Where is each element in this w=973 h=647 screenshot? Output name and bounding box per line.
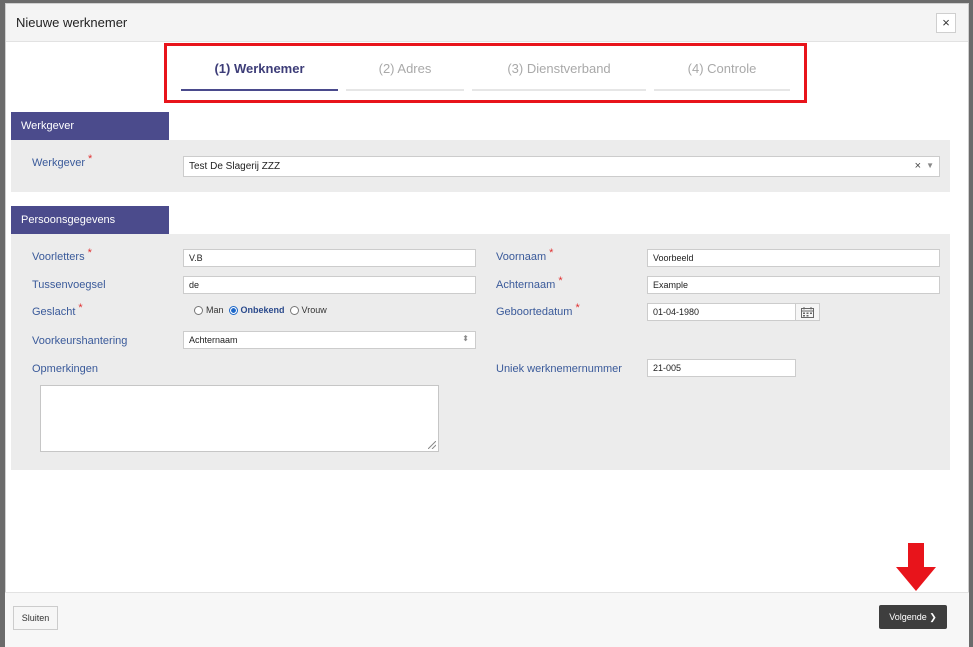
voornaam-label: Voornaam * xyxy=(496,247,553,263)
geslacht-label: Geslacht * xyxy=(32,302,83,318)
geslacht-radio-group: Man Onbekend Vrouw xyxy=(194,305,332,315)
werkgever-section-tab: Werkgever xyxy=(11,112,169,140)
achternaam-label-text: Achternaam xyxy=(496,279,556,291)
modal-footer: Sluiten xyxy=(5,592,969,647)
close-button[interactable]: × xyxy=(936,13,956,33)
tussenvoegsel-input[interactable]: de xyxy=(183,276,476,294)
step-label: (1) Werknemer xyxy=(214,61,305,76)
opmerkingen-label: Opmerkingen xyxy=(32,363,99,375)
geslacht-label-text: Geslacht xyxy=(32,306,76,318)
voorkeurshantering-label: Voorkeurshantering xyxy=(32,335,128,347)
chevron-down-icon[interactable]: ▼ xyxy=(926,161,934,170)
calendar-icon xyxy=(801,307,814,318)
required-mark: * xyxy=(87,153,93,165)
voorletters-label: Voorletters * xyxy=(32,247,92,263)
red-arrow-annotation-icon xyxy=(896,543,936,591)
step-controle[interactable]: (4) Controle xyxy=(654,61,790,91)
werkgever-value: Test De Slagerij ZZZ xyxy=(189,161,281,172)
step-label: (2) Adres xyxy=(378,61,432,76)
resize-handle-icon[interactable] xyxy=(428,441,436,449)
achternaam-label: Achternaam * xyxy=(496,275,563,291)
step-indicator-bar xyxy=(346,89,464,91)
geboortedatum-input[interactable]: 01-04-1980 xyxy=(647,303,796,321)
geboortedatum-label: Geboortedatum * xyxy=(496,302,580,318)
step-indicator-bar xyxy=(654,89,790,91)
radio-man-label[interactable]: Man xyxy=(206,305,224,315)
required-mark: * xyxy=(78,302,83,314)
step-dienstverband[interactable]: (3) Dienstverband xyxy=(472,61,646,91)
required-mark: * xyxy=(87,247,92,259)
voornaam-input[interactable]: Voorbeeld xyxy=(647,249,940,267)
voorkeurshantering-select[interactable]: Achternaam ⬍ xyxy=(183,331,476,349)
voorletters-label-text: Voorletters xyxy=(32,251,85,263)
voorletters-input[interactable]: V.B xyxy=(183,249,476,267)
persoonsgegevens-section-tab: Persoonsgegevens xyxy=(11,206,169,234)
werknemernummer-label: Uniek werknemernummer xyxy=(496,363,622,375)
werkgever-label: Werkgever * xyxy=(32,153,92,169)
radio-onbekend-label[interactable]: Onbekend xyxy=(241,305,285,315)
volgende-button[interactable]: Volgende ❯ xyxy=(879,605,947,629)
voornaam-label-text: Voornaam xyxy=(496,251,547,263)
required-mark: * xyxy=(575,302,580,314)
step-label: (4) Controle xyxy=(687,61,757,76)
select-caret-icon: ⬍ xyxy=(462,334,469,343)
required-mark: * xyxy=(558,275,563,287)
tussenvoegsel-label: Tussenvoegsel xyxy=(32,279,106,291)
radio-vrouw-label[interactable]: Vrouw xyxy=(302,305,327,315)
werkgever-select[interactable]: Test De Slagerij ZZZ × ▼ xyxy=(183,156,940,177)
voorkeurshantering-value: Achternaam xyxy=(189,335,238,345)
step-adres[interactable]: (2) Adres xyxy=(346,61,464,91)
werkgever-label-text: Werkgever xyxy=(32,157,85,169)
sluiten-button[interactable]: Sluiten xyxy=(13,606,58,630)
achternaam-input[interactable]: Example xyxy=(647,276,940,294)
modal-title: Nieuwe werknemer xyxy=(16,15,128,30)
radio-vrouw[interactable] xyxy=(289,305,299,315)
werknemernummer-input[interactable]: 21-005 xyxy=(647,359,796,377)
opmerkingen-textarea[interactable] xyxy=(40,385,439,452)
geboortedatum-label-text: Geboortedatum xyxy=(496,306,573,318)
step-indicator-bar xyxy=(472,89,646,91)
radio-man[interactable] xyxy=(194,305,203,315)
step-label: (3) Dienstverband xyxy=(507,61,611,76)
step-werknemer[interactable]: (1) Werknemer xyxy=(181,61,338,91)
required-mark: * xyxy=(549,247,554,259)
modal-header: Nieuwe werknemer × xyxy=(6,4,968,42)
step-indicator-bar xyxy=(181,89,338,91)
radio-onbekend[interactable] xyxy=(228,305,238,315)
clear-icon[interactable]: × xyxy=(915,160,921,172)
calendar-button[interactable] xyxy=(795,303,820,321)
